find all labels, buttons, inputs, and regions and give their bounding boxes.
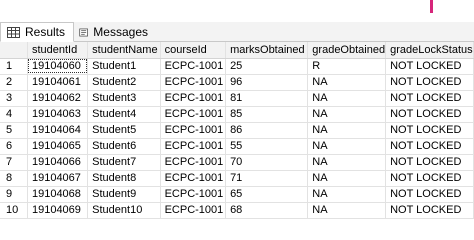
table-row[interactable]: 5 19104064 Student5 ECPC-1001 86 NA NOT LOCKED	[0, 122, 474, 139]
table-cell[interactable]: ECPC-1001	[160, 154, 227, 171]
table-cell[interactable]: NA	[307, 106, 387, 123]
table-row[interactable]: 6 19104065 Student6 ECPC-1001 55 NA NOT LOCKED	[0, 138, 474, 155]
row-number[interactable]: 9	[0, 186, 28, 203]
table-cell[interactable]: 68	[225, 202, 309, 219]
column-header[interactable]: gradeLockStatus	[385, 42, 474, 59]
table-cell[interactable]: Student2	[87, 74, 161, 91]
table-cell[interactable]: ECPC-1001	[160, 106, 227, 123]
table-cell[interactable]: ECPC-1001	[160, 186, 227, 203]
table-cell[interactable]: NA	[307, 154, 387, 171]
table-cell[interactable]: NA	[307, 74, 387, 91]
table-cell[interactable]: 19104064	[27, 122, 89, 139]
table-row[interactable]: 8 19104067 Student8 ECPC-1001 71 NA NOT LOCKED	[0, 170, 474, 187]
column-header[interactable]: studentId	[27, 42, 89, 59]
table-cell[interactable]: 19104067	[27, 170, 89, 187]
row-number[interactable]: 1	[0, 58, 28, 75]
table-cell[interactable]: 81	[225, 90, 309, 107]
table-cell[interactable]: 85	[225, 106, 309, 123]
tab-messages[interactable]: Messages	[74, 22, 148, 42]
row-number[interactable]: 4	[0, 106, 28, 123]
table-cell[interactable]: NA	[307, 186, 387, 203]
table-cell[interactable]: NOT LOCKED	[385, 90, 474, 107]
table-cell[interactable]: 19104060	[27, 58, 89, 75]
tab-results[interactable]: Results	[0, 22, 74, 42]
table-cell[interactable]: NOT LOCKED	[385, 138, 474, 155]
table-cell[interactable]: NA	[307, 90, 387, 107]
results-tabstrip: Results Messages	[0, 22, 474, 42]
table-cell[interactable]: Student3	[87, 90, 161, 107]
table-cell[interactable]: 96	[225, 74, 309, 91]
table-cell[interactable]: 71	[225, 170, 309, 187]
table-cell[interactable]: 86	[225, 122, 309, 139]
table-cell[interactable]: NOT LOCKED	[385, 106, 474, 123]
table-cell[interactable]: Student4	[87, 106, 161, 123]
table-row[interactable]: 9 19104068 Student9 ECPC-1001 65 NA NOT LOCKED	[0, 186, 474, 203]
table-cell[interactable]: 19104063	[27, 106, 89, 123]
table-cell[interactable]: NOT LOCKED	[385, 202, 474, 219]
table-cell[interactable]: 19104066	[27, 154, 89, 171]
table-cell[interactable]: 19104069	[27, 202, 89, 219]
table-cell[interactable]: Student8	[87, 170, 161, 187]
table-cell[interactable]: 25	[225, 58, 309, 75]
tab-results-label: Results	[25, 25, 66, 39]
table-cell[interactable]: 55	[225, 138, 309, 155]
row-number[interactable]: 6	[0, 138, 28, 155]
row-number[interactable]: 8	[0, 170, 28, 187]
table-row[interactable]: 4 19104063 Student4 ECPC-1001 85 NA NOT LOCKED	[0, 106, 474, 123]
table-cell[interactable]: Student10	[87, 202, 161, 219]
table-cell[interactable]: NA	[307, 122, 387, 139]
table-cell[interactable]: ECPC-1001	[160, 90, 227, 107]
table-cell[interactable]: NA	[307, 138, 387, 155]
row-number[interactable]: 2	[0, 74, 28, 91]
results-table: studentId studentName courseId marksObta…	[0, 42, 474, 219]
table-cell[interactable]: Student1	[87, 58, 161, 75]
column-header[interactable]: studentName	[87, 42, 161, 59]
table-cell[interactable]: NOT LOCKED	[385, 170, 474, 187]
table-row[interactable]: 1 19104060 Student1 ECPC-1001 25 R NOT LOCKED	[0, 58, 474, 75]
table-cell[interactable]: NOT LOCKED	[385, 154, 474, 171]
table-row[interactable]: 2 19104061 Student2 ECPC-1001 96 NA NOT LOCKED	[0, 74, 474, 91]
column-header[interactable]: gradeObtained	[307, 42, 387, 59]
table-cell[interactable]: ECPC-1001	[160, 202, 227, 219]
row-header-corner[interactable]	[0, 42, 28, 59]
accent-marker	[430, 0, 433, 13]
table-cell[interactable]: NA	[307, 202, 387, 219]
row-number[interactable]: 3	[0, 90, 28, 107]
table-row[interactable]: 3 19104062 Student3 ECPC-1001 81 NA NOT LOCKED	[0, 90, 474, 107]
grid-icon	[7, 26, 20, 38]
table-cell[interactable]: NA	[307, 170, 387, 187]
header-row: studentId studentName courseId marksObta…	[0, 42, 474, 59]
table-cell[interactable]: NOT LOCKED	[385, 74, 474, 91]
table-cell[interactable]: ECPC-1001	[160, 122, 227, 139]
messages-icon	[79, 28, 88, 36]
table-cell[interactable]: ECPC-1001	[160, 58, 227, 75]
table-row[interactable]: 7 19104066 Student7 ECPC-1001 70 NA NOT LOCKED	[0, 154, 474, 171]
table-cell[interactable]: NOT LOCKED	[385, 58, 474, 75]
table-cell[interactable]: 19104062	[27, 90, 89, 107]
table-cell[interactable]: Student7	[87, 154, 161, 171]
row-number[interactable]: 5	[0, 122, 28, 139]
table-cell[interactable]: NOT LOCKED	[385, 186, 474, 203]
table-row[interactable]: 10 19104069 Student10 ECPC-1001 68 NA NOT LOCK…	[0, 202, 474, 219]
table-cell[interactable]: ECPC-1001	[160, 138, 227, 155]
table-cell[interactable]: 19104068	[27, 186, 89, 203]
table-cell[interactable]: 70	[225, 154, 309, 171]
table-cell[interactable]: ECPC-1001	[160, 74, 227, 91]
table-cell[interactable]: ECPC-1001	[160, 170, 227, 187]
table-cell[interactable]: R	[307, 58, 387, 75]
table-cell[interactable]: NOT LOCKED	[385, 122, 474, 139]
results-grid[interactable]: studentId studentName courseId marksObta…	[0, 42, 474, 219]
table-cell[interactable]: 19104065	[27, 138, 89, 155]
row-number[interactable]: 10	[0, 202, 28, 219]
column-header[interactable]: courseId	[160, 42, 227, 59]
row-number[interactable]: 7	[0, 154, 28, 171]
column-header[interactable]: marksObtained	[225, 42, 309, 59]
tab-messages-label: Messages	[93, 25, 148, 39]
table-cell[interactable]: Student5	[87, 122, 161, 139]
table-cell[interactable]: Student6	[87, 138, 161, 155]
table-cell[interactable]: Student9	[87, 186, 161, 203]
table-cell[interactable]: 65	[225, 186, 309, 203]
table-cell[interactable]: 19104061	[27, 74, 89, 91]
